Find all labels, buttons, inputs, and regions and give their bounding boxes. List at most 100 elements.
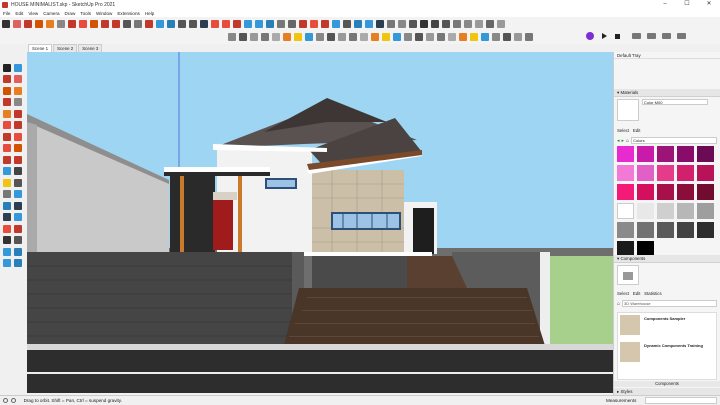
toolbar-button-icon[interactable] (409, 19, 417, 28)
toolbar-button-icon[interactable] (464, 19, 472, 28)
menu-help[interactable]: Help (145, 11, 154, 16)
tab-scene-3[interactable]: Scene 3 (78, 44, 103, 52)
tool-icon[interactable] (3, 259, 11, 268)
toolbar-button-icon[interactable] (244, 19, 252, 28)
material-swatch[interactable] (637, 203, 654, 219)
view-toolbar-button-icon[interactable] (371, 33, 379, 41)
material-swatch[interactable] (677, 165, 694, 181)
toolbar-button-icon[interactable] (156, 19, 164, 28)
menu-camera[interactable]: Camera (43, 11, 59, 16)
toolbar-button-icon[interactable] (189, 19, 197, 28)
view-toolbar-button-icon[interactable] (283, 33, 291, 41)
menu-edit[interactable]: Edit (15, 11, 23, 16)
material-swatch[interactable] (617, 203, 634, 219)
tool-icon[interactable] (3, 98, 11, 107)
tool-icon[interactable] (3, 155, 11, 164)
material-swatch[interactable] (617, 222, 634, 238)
view-toolbar-button-icon[interactable] (525, 33, 533, 41)
dynamic-components-thumbnail[interactable] (620, 342, 640, 362)
tool-icon[interactable] (3, 167, 11, 176)
material-swatch[interactable] (677, 184, 694, 200)
view-toolbar-button-icon[interactable] (415, 33, 423, 41)
material-swatch[interactable] (677, 222, 694, 238)
menu-draw[interactable]: Draw (65, 11, 76, 16)
view-toolbar-button-icon[interactable] (239, 33, 247, 41)
components-sampler-thumbnail[interactable] (620, 315, 640, 335)
tab-select[interactable]: Select (617, 128, 629, 133)
view-toolbar-button-icon[interactable] (327, 33, 335, 41)
toolbar-button-icon[interactable] (2, 19, 10, 28)
toolbar-button-icon[interactable] (420, 19, 428, 28)
view-toolbar-button-icon[interactable] (382, 33, 390, 41)
view-toolbar-button-icon[interactable] (470, 33, 478, 41)
view-toolbar-button-icon[interactable] (481, 33, 489, 41)
material-swatch[interactable] (657, 203, 674, 219)
tool-icon[interactable] (14, 259, 22, 268)
material-swatch[interactable] (697, 165, 714, 181)
component-item-name[interactable]: Dynamic Components Training (644, 343, 703, 348)
library-select[interactable]: Colors (631, 137, 717, 144)
view-toolbar-button-icon[interactable] (404, 33, 412, 41)
info-icon[interactable] (3, 398, 8, 403)
view-toolbar-button-icon[interactable] (437, 33, 445, 41)
toolbar-button-icon[interactable] (354, 19, 362, 28)
toolbar-button-icon[interactable] (398, 19, 406, 28)
toolbar-button-icon[interactable] (475, 19, 483, 28)
toolbar-button-icon[interactable] (365, 19, 373, 28)
tool-icon[interactable] (14, 178, 22, 187)
view-toolbar-button-icon[interactable] (228, 33, 236, 41)
toolbar-button-icon[interactable] (387, 19, 395, 28)
material-swatch[interactable] (637, 222, 654, 238)
toolbar-button-icon[interactable] (123, 19, 131, 28)
material-swatch[interactable] (617, 146, 634, 162)
material-swatch[interactable] (697, 184, 714, 200)
toolbar-button-icon[interactable] (211, 19, 219, 28)
material-swatch[interactable] (657, 165, 674, 181)
maximize-icon[interactable]: ☐ (676, 0, 698, 9)
tool-icon[interactable] (3, 247, 11, 256)
toolbar-button-icon[interactable] (233, 19, 241, 28)
tab-select[interactable]: Select (617, 291, 629, 296)
toolbar-button-icon[interactable] (79, 19, 87, 28)
menu-file[interactable]: File (3, 11, 10, 16)
toolbar-button-icon[interactable] (178, 19, 186, 28)
view-toolbar-button-icon[interactable] (261, 33, 269, 41)
tool-icon[interactable] (3, 236, 11, 245)
toolbar-button-icon[interactable] (46, 19, 54, 28)
measurements-input[interactable] (645, 397, 717, 404)
toolbar-button-icon[interactable] (310, 19, 318, 28)
tool-icon[interactable] (662, 33, 671, 39)
toolbar-button-icon[interactable] (57, 19, 65, 28)
tool-icon[interactable] (3, 224, 11, 233)
material-swatch[interactable] (657, 222, 674, 238)
view-toolbar-button-icon[interactable] (349, 33, 357, 41)
view-toolbar-button-icon[interactable] (338, 33, 346, 41)
toolbar-button-icon[interactable] (486, 19, 494, 28)
material-swatch[interactable] (637, 165, 654, 181)
toolbar-button-icon[interactable] (145, 19, 153, 28)
tool-icon[interactable] (14, 201, 22, 210)
tool-icon[interactable] (3, 213, 11, 222)
toolbar-button-icon[interactable] (200, 19, 208, 28)
back-icon[interactable]: ◂ (617, 138, 620, 144)
home-icon[interactable]: ⌂ (617, 301, 620, 307)
view-toolbar-button-icon[interactable] (305, 33, 313, 41)
toolbar-button-icon[interactable] (442, 19, 450, 28)
minimize-icon[interactable]: – (654, 0, 676, 9)
toolbar-button-icon[interactable] (332, 19, 340, 28)
view-toolbar-button-icon[interactable] (492, 33, 500, 41)
toolbar-button-icon[interactable] (101, 19, 109, 28)
tool-icon[interactable] (14, 190, 22, 199)
tool-icon[interactable] (14, 236, 22, 245)
material-swatch[interactable] (637, 146, 654, 162)
materials-panel-header[interactable]: ▾ Materials (614, 89, 720, 97)
tab-statistics[interactable]: Statistics (644, 291, 662, 296)
tool-icon[interactable] (647, 33, 656, 39)
tool-icon[interactable] (14, 132, 22, 141)
tool-icon[interactable] (3, 144, 11, 153)
toolbar-button-icon[interactable] (299, 19, 307, 28)
model-viewport[interactable] (27, 52, 613, 393)
toolbar-button-icon[interactable] (431, 19, 439, 28)
tool-icon[interactable] (14, 121, 22, 130)
tool-icon[interactable] (3, 190, 11, 199)
